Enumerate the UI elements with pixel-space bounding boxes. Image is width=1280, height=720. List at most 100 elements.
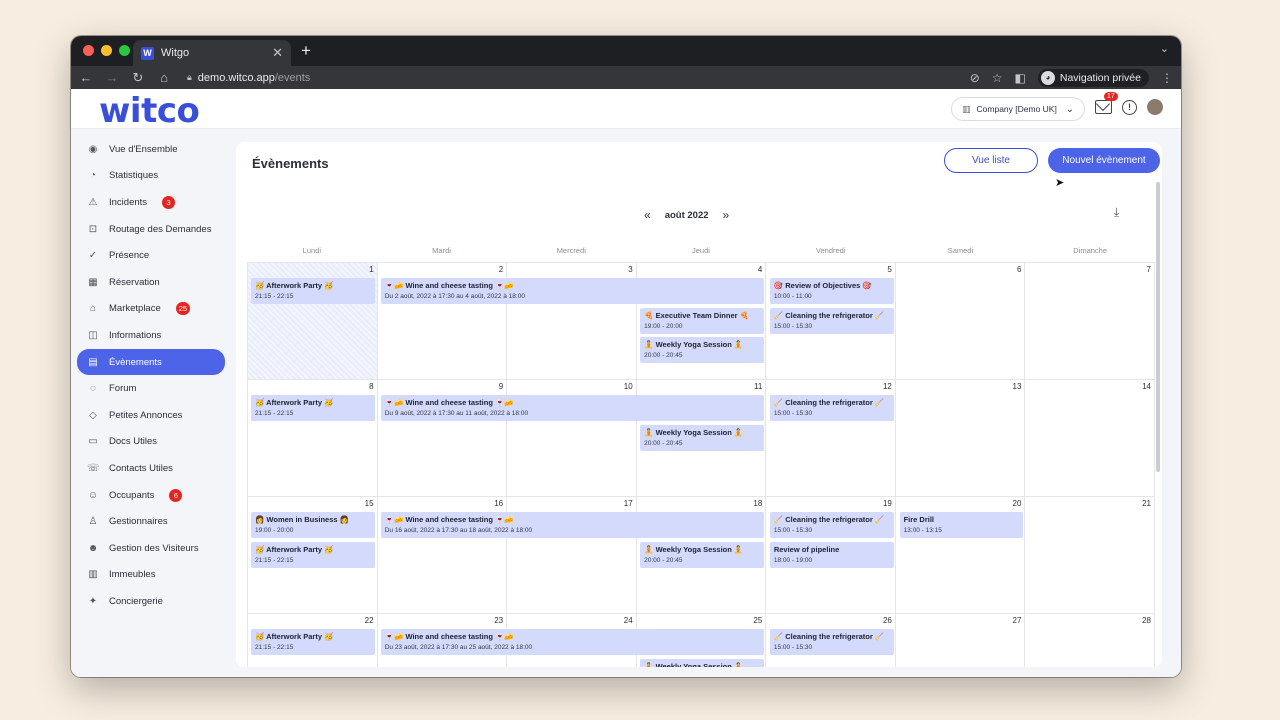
sidebar-item-6[interactable]: ⌂ Marketplace 25 bbox=[77, 296, 225, 323]
event-card[interactable]: 🧹 Cleaning the refrigerator 🧹 15:00 - 15:… bbox=[769, 307, 894, 334]
sidebar-item-2[interactable]: ⚠ Incidents 3 bbox=[77, 189, 225, 216]
tab-search-icon[interactable]: ⌄ bbox=[1160, 42, 1169, 55]
day-cell[interactable]: 13 bbox=[895, 380, 1026, 497]
event-card[interactable]: 🧹 Cleaning the refrigerator 🧹 15:00 - 15:… bbox=[769, 629, 894, 655]
back-icon[interactable]: ← bbox=[79, 70, 93, 85]
month-navigation: « août 2022 » bbox=[644, 208, 729, 222]
event-title: 🥳 Afterwork Party 🥳 bbox=[255, 398, 334, 407]
forward-icon[interactable]: → bbox=[105, 70, 119, 85]
company-name: Company [Demo UK] bbox=[976, 104, 1057, 114]
sidebar-item-13[interactable]: ☺ Occupants 6 bbox=[77, 482, 225, 509]
day-number: 2 bbox=[498, 265, 504, 274]
sidebar-item-label: Présence bbox=[109, 250, 150, 262]
event-card[interactable]: 🧘 Weekly Yoga Session 🧘 bbox=[640, 658, 764, 667]
browser-tab[interactable]: W Witgo ✕ bbox=[133, 40, 291, 66]
private-browsing-chip[interactable]: ◕ Navigation privée bbox=[1037, 68, 1149, 87]
day-number: 22 bbox=[364, 616, 374, 625]
event-card[interactable]: Review of pipeline 18:00 - 19:00 bbox=[769, 541, 894, 568]
download-icon[interactable]: ⤓ bbox=[1114, 205, 1119, 220]
browser-menu-icon[interactable]: ⋮ bbox=[1161, 71, 1173, 85]
event-time: 20:00 - 20:45 bbox=[644, 439, 683, 447]
event-card[interactable]: 🍷🧀 Wine and cheese tasting 🍷🧀 Du 9 août, … bbox=[380, 395, 764, 421]
route-icon: ⊡ bbox=[88, 223, 98, 235]
eye-off-icon[interactable]: ⊘ bbox=[970, 71, 980, 85]
event-card[interactable]: 🥳 Afterwork Party 🥳 21:15 - 22:15 bbox=[251, 395, 375, 421]
sidebar-item-11[interactable]: ▭ Docs Utiles bbox=[77, 429, 225, 456]
maximize-window-button[interactable] bbox=[119, 45, 130, 56]
event-card[interactable]: Fire Drill 13:00 - 13:15 bbox=[899, 512, 1024, 538]
event-card[interactable]: 🎯 Review of Objectives 🎯 10:00 - 11:00 bbox=[769, 278, 894, 304]
company-selector[interactable]: ▥ Company [Demo UK] ⌄ bbox=[951, 97, 1085, 121]
event-card[interactable]: 🍷🧀 Wine and cheese tasting 🍷🧀 Du 16 août,… bbox=[380, 512, 764, 538]
avatar[interactable] bbox=[1147, 99, 1163, 115]
sidebar-item-12[interactable]: ☏ Contacts Utiles bbox=[77, 455, 225, 482]
event-card[interactable]: 🧘 Weekly Yoga Session 🧘 20:00 - 20:45 bbox=[640, 541, 764, 568]
new-tab-icon[interactable]: + bbox=[301, 41, 311, 61]
event-card[interactable]: 🥳 Afterwork Party 🥳 21:15 - 22:15 bbox=[251, 629, 375, 655]
store-icon: ⌂ bbox=[89, 303, 97, 315]
event-title: 🥳 Afterwork Party 🥳 bbox=[255, 281, 334, 290]
day-number: 28 bbox=[1142, 616, 1151, 625]
event-card[interactable]: 🧹 Cleaning the refrigerator 🧹 15:00 - 15:… bbox=[769, 512, 894, 538]
day-cell[interactable]: 21 bbox=[1025, 497, 1155, 614]
mail-button[interactable]: 17 bbox=[1095, 92, 1118, 114]
sidebar-item-10[interactable]: ◇ Petites Annonces bbox=[77, 402, 225, 429]
reload-icon[interactable]: ↻ bbox=[131, 70, 145, 86]
count-badge: 25 bbox=[175, 302, 191, 316]
close-window-button[interactable] bbox=[83, 45, 94, 56]
close-tab-icon[interactable]: ✕ bbox=[272, 45, 283, 61]
day-number: 27 bbox=[1012, 616, 1022, 625]
sidebar-item-label: Vue d'Ensemble bbox=[109, 143, 178, 155]
event-card[interactable]: 🧘 Weekly Yoga Session 🧘 20:00 - 20:45 bbox=[640, 424, 764, 451]
next-month-icon[interactable]: » bbox=[723, 208, 730, 222]
minimize-window-button[interactable] bbox=[101, 45, 112, 56]
sidebar-item-9[interactable]: ◌ Forum bbox=[77, 375, 225, 402]
sidebar-item-14[interactable]: ♙ Gestionnaires bbox=[77, 508, 225, 535]
prev-month-icon[interactable]: « bbox=[644, 208, 651, 222]
day-cell[interactable]: 14 bbox=[1025, 380, 1155, 497]
event-card[interactable]: 👩 Women in Business 👩 19:00 - 20:00 bbox=[251, 512, 375, 538]
day-cell[interactable]: 27 bbox=[896, 614, 1026, 667]
sidepanel-icon[interactable]: ◧ bbox=[1015, 71, 1026, 85]
sidebar-item-label: Réservation bbox=[109, 276, 160, 288]
event-card[interactable]: 🍷🧀 Wine and cheese tasting 🍷🧀 Du 2 août, … bbox=[380, 278, 764, 304]
event-card[interactable]: 🧹 Cleaning the refrigerator 🧹 15:00 - 15:… bbox=[769, 395, 894, 421]
address-bar[interactable]: 🔒︎ demo.witco.app/events bbox=[187, 72, 310, 84]
bookmark-star-icon[interactable]: ☆ bbox=[992, 71, 1003, 85]
event-card[interactable]: 🥳 Afterwork Party 🥳 21:15 - 22:15 bbox=[251, 541, 375, 568]
sidebar-item-0[interactable]: ◉ Vue d'Ensemble bbox=[77, 136, 225, 163]
app: witco ▥ Company [Demo UK] ⌄ 17 ! ◉ Vue d'… bbox=[71, 89, 1181, 677]
sidebar-item-5[interactable]: ▦ Réservation bbox=[77, 269, 225, 296]
home-icon[interactable]: ⌂ bbox=[157, 70, 171, 85]
sidebar-item-4[interactable]: ✓ Présence bbox=[77, 242, 225, 269]
events-panel: Évènements Vue liste Nouvel évènement ➤ … bbox=[236, 142, 1162, 667]
info-icon[interactable]: ! bbox=[1122, 99, 1137, 115]
sidebar-item-16[interactable]: ▥ Immeubles bbox=[77, 562, 225, 589]
page-title: Évènements bbox=[252, 156, 329, 171]
event-card[interactable]: 🍕 Executive Team Dinner 🍕 19:00 - 20:00 bbox=[640, 307, 764, 334]
eye-icon: ◉ bbox=[88, 143, 98, 155]
browser-window: W Witgo ✕ + ⌄ ← → ↻ ⌂ 🔒︎ demo.witco.app /… bbox=[71, 36, 1181, 677]
sidebar-item-15[interactable]: ☻ Gestion des Visiteurs bbox=[77, 535, 225, 562]
new-event-button[interactable]: Nouvel évènement bbox=[1048, 148, 1160, 173]
day-number: 9 bbox=[498, 382, 504, 391]
sidebar-item-7[interactable]: ◫ Informations bbox=[77, 322, 225, 349]
sidebar-item-17[interactable]: ✦ Conciergerie bbox=[77, 588, 225, 615]
witco-logo[interactable]: witco bbox=[99, 91, 200, 131]
event-card[interactable]: 🥳 Afterwork Party 🥳 21:15 - 22:15 bbox=[251, 278, 375, 304]
event-card[interactable]: 🧘 Weekly Yoga Session 🧘 20:00 - 20:45 bbox=[640, 337, 764, 363]
sidebar-item-8[interactable]: ▤ Évènements bbox=[77, 348, 225, 376]
sidebar-item-label: Marketplace bbox=[109, 303, 161, 315]
sidebar-item-3[interactable]: ⊡ Routage des Demandes bbox=[77, 216, 225, 243]
day-cell[interactable]: 6 bbox=[895, 263, 1026, 380]
day-cell[interactable]: 28 bbox=[1025, 614, 1155, 667]
sidebar-item-1[interactable]: ◔ Statistiques bbox=[77, 163, 225, 190]
sidebar-item-label: Conciergerie bbox=[109, 595, 163, 607]
lock-icon: 🔒︎ bbox=[187, 72, 192, 82]
list-view-button[interactable]: Vue liste bbox=[944, 148, 1038, 173]
event-time: 19:00 - 20:00 bbox=[644, 322, 683, 330]
building-icon: ▥ bbox=[88, 569, 98, 581]
scrollbar[interactable] bbox=[1156, 182, 1160, 472]
day-cell[interactable]: 7 bbox=[1025, 263, 1155, 380]
event-card[interactable]: 🍷🧀 Wine and cheese tasting 🍷🧀 Du 23 août,… bbox=[380, 629, 764, 655]
